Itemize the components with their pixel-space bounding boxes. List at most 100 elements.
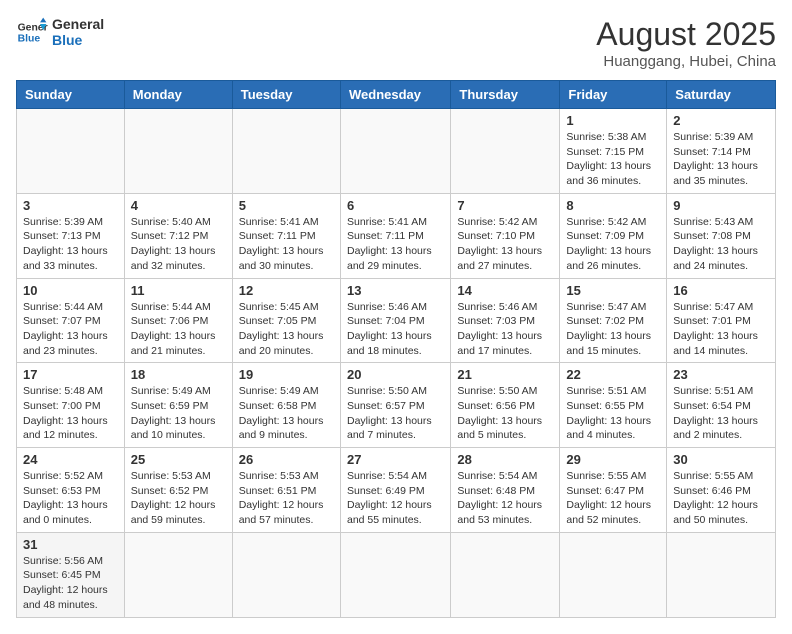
day-number: 14 [457,283,553,298]
calendar-day-cell: 12 Sunrise: 5:45 AM Sunset: 7:05 PM Dayli… [232,278,340,363]
calendar-day-cell [17,109,125,194]
calendar-day-cell: 26Sunrise: 5:53 AM Sunset: 6:51 PM Dayli… [232,448,340,533]
calendar-day-cell: 14 Sunrise: 5:46 AM Sunset: 7:03 PM Dayli… [451,278,560,363]
calendar-day-cell: 27 Sunrise: 5:54 AM Sunset: 6:49 PM Dayli… [340,448,450,533]
month-year-title: August 2025 [596,16,776,53]
day-info: Sunrise: 5:41 AM Sunset: 7:11 PM Dayligh… [239,215,334,274]
day-number: 7 [457,198,553,213]
calendar-day-cell: 31Sunrise: 5:56 AM Sunset: 6:45 PM Dayli… [17,532,125,617]
day-info: Sunrise: 5:55 AM Sunset: 6:47 PM Dayligh… [566,469,660,528]
day-info: Sunrise: 5:44 AM Sunset: 7:07 PM Dayligh… [23,300,118,359]
day-number: 8 [566,198,660,213]
day-number: 29 [566,452,660,467]
weekday-header-thursday: Thursday [451,81,560,109]
day-info: Sunrise: 5:46 AM Sunset: 7:04 PM Dayligh… [347,300,444,359]
day-number: 4 [131,198,226,213]
calendar-day-cell: 30 Sunrise: 5:55 AM Sunset: 6:46 PM Dayli… [667,448,776,533]
weekday-header-saturday: Saturday [667,81,776,109]
day-info: Sunrise: 5:54 AM Sunset: 6:49 PM Dayligh… [347,469,444,528]
calendar-day-cell: 13 Sunrise: 5:46 AM Sunset: 7:04 PM Dayli… [340,278,450,363]
calendar-week-row: 1 Sunrise: 5:38 AM Sunset: 7:15 PM Daylig… [17,109,776,194]
calendar-day-cell: 15 Sunrise: 5:47 AM Sunset: 7:02 PM Dayli… [560,278,667,363]
weekday-header-sunday: Sunday [17,81,125,109]
day-number: 31 [23,537,118,552]
calendar-day-cell: 22 Sunrise: 5:51 AM Sunset: 6:55 PM Dayli… [560,363,667,448]
day-info: Sunrise: 5:38 AM Sunset: 7:15 PM Dayligh… [566,130,660,189]
day-number: 17 [23,367,118,382]
title-area: August 2025 Huanggang, Hubei, China [596,16,776,70]
day-number: 22 [566,367,660,382]
day-info: Sunrise: 5:42 AM Sunset: 7:09 PM Dayligh… [566,215,660,274]
day-info: Sunrise: 5:43 AM Sunset: 7:08 PM Dayligh… [673,215,769,274]
day-number: 1 [566,113,660,128]
calendar-day-cell: 10Sunrise: 5:44 AM Sunset: 7:07 PM Dayli… [17,278,125,363]
day-info: Sunrise: 5:55 AM Sunset: 6:46 PM Dayligh… [673,469,769,528]
day-number: 28 [457,452,553,467]
calendar-day-cell: 9 Sunrise: 5:43 AM Sunset: 7:08 PM Daylig… [667,193,776,278]
logo-blue: Blue [52,32,104,48]
day-number: 25 [131,452,226,467]
calendar-day-cell: 17Sunrise: 5:48 AM Sunset: 7:00 PM Dayli… [17,363,125,448]
day-number: 13 [347,283,444,298]
day-info: Sunrise: 5:44 AM Sunset: 7:06 PM Dayligh… [131,300,226,359]
day-info: Sunrise: 5:49 AM Sunset: 6:59 PM Dayligh… [131,384,226,443]
day-number: 26 [239,452,334,467]
logo: General Blue General Blue [16,16,104,48]
day-info: Sunrise: 5:39 AM Sunset: 7:14 PM Dayligh… [673,130,769,189]
day-number: 21 [457,367,553,382]
day-number: 23 [673,367,769,382]
day-number: 11 [131,283,226,298]
calendar-day-cell: 18 Sunrise: 5:49 AM Sunset: 6:59 PM Dayli… [124,363,232,448]
calendar-day-cell: 24Sunrise: 5:52 AM Sunset: 6:53 PM Dayli… [17,448,125,533]
calendar-week-row: 3 Sunrise: 5:39 AM Sunset: 7:13 PM Daylig… [17,193,776,278]
day-number: 27 [347,452,444,467]
day-number: 3 [23,198,118,213]
calendar-day-cell: 21 Sunrise: 5:50 AM Sunset: 6:56 PM Dayli… [451,363,560,448]
day-info: Sunrise: 5:47 AM Sunset: 7:02 PM Dayligh… [566,300,660,359]
day-number: 19 [239,367,334,382]
location-subtitle: Huanggang, Hubei, China [596,53,776,70]
calendar-week-row: 24Sunrise: 5:52 AM Sunset: 6:53 PM Dayli… [17,448,776,533]
calendar-day-cell [667,532,776,617]
calendar-table: SundayMondayTuesdayWednesdayThursdayFrid… [16,80,776,618]
day-info: Sunrise: 5:51 AM Sunset: 6:55 PM Dayligh… [566,384,660,443]
calendar-day-cell: 2Sunrise: 5:39 AM Sunset: 7:14 PM Daylig… [667,109,776,194]
day-info: Sunrise: 5:41 AM Sunset: 7:11 PM Dayligh… [347,215,444,274]
weekday-header-monday: Monday [124,81,232,109]
calendar-week-row: 10Sunrise: 5:44 AM Sunset: 7:07 PM Dayli… [17,278,776,363]
day-info: Sunrise: 5:50 AM Sunset: 6:56 PM Dayligh… [457,384,553,443]
weekday-header-tuesday: Tuesday [232,81,340,109]
calendar-day-cell: 6 Sunrise: 5:41 AM Sunset: 7:11 PM Daylig… [340,193,450,278]
calendar-day-cell [560,532,667,617]
calendar-day-cell [340,532,450,617]
day-number: 12 [239,283,334,298]
day-info: Sunrise: 5:52 AM Sunset: 6:53 PM Dayligh… [23,469,118,528]
calendar-day-cell: 28 Sunrise: 5:54 AM Sunset: 6:48 PM Dayli… [451,448,560,533]
calendar-day-cell [451,109,560,194]
calendar-day-cell: 3 Sunrise: 5:39 AM Sunset: 7:13 PM Daylig… [17,193,125,278]
day-info: Sunrise: 5:40 AM Sunset: 7:12 PM Dayligh… [131,215,226,274]
day-number: 30 [673,452,769,467]
day-info: Sunrise: 5:46 AM Sunset: 7:03 PM Dayligh… [457,300,553,359]
svg-text:Blue: Blue [18,34,41,45]
day-info: Sunrise: 5:47 AM Sunset: 7:01 PM Dayligh… [673,300,769,359]
calendar-day-cell: 29 Sunrise: 5:55 AM Sunset: 6:47 PM Dayli… [560,448,667,533]
day-number: 15 [566,283,660,298]
calendar-day-cell: 11 Sunrise: 5:44 AM Sunset: 7:06 PM Dayli… [124,278,232,363]
day-number: 18 [131,367,226,382]
day-number: 9 [673,198,769,213]
calendar-day-cell: 20Sunrise: 5:50 AM Sunset: 6:57 PM Dayli… [340,363,450,448]
day-number: 6 [347,198,444,213]
logo-icon: General Blue [16,16,48,48]
calendar-day-cell [232,532,340,617]
day-info: Sunrise: 5:54 AM Sunset: 6:48 PM Dayligh… [457,469,553,528]
weekday-header-wednesday: Wednesday [340,81,450,109]
day-info: Sunrise: 5:45 AM Sunset: 7:05 PM Dayligh… [239,300,334,359]
day-info: Sunrise: 5:42 AM Sunset: 7:10 PM Dayligh… [457,215,553,274]
calendar-day-cell [340,109,450,194]
day-info: Sunrise: 5:39 AM Sunset: 7:13 PM Dayligh… [23,215,118,274]
calendar-week-row: 31Sunrise: 5:56 AM Sunset: 6:45 PM Dayli… [17,532,776,617]
day-number: 20 [347,367,444,382]
calendar-day-cell: 1 Sunrise: 5:38 AM Sunset: 7:15 PM Daylig… [560,109,667,194]
calendar-day-cell: 7 Sunrise: 5:42 AM Sunset: 7:10 PM Daylig… [451,193,560,278]
